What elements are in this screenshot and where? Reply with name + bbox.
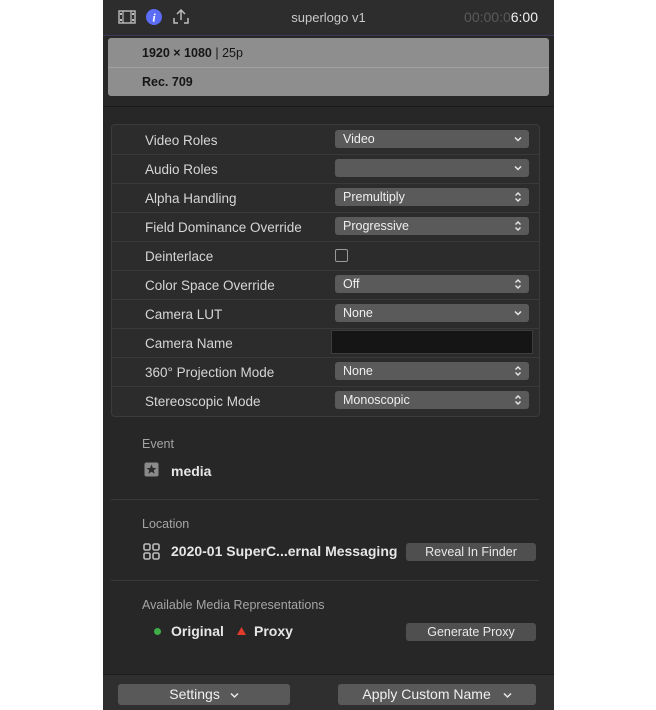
- divider: [111, 499, 539, 500]
- apply-custom-name-button[interactable]: Apply Custom Name: [338, 684, 536, 705]
- property-value: None: [343, 306, 373, 320]
- chevron-down-icon: [514, 136, 522, 142]
- chevron-down-icon: [514, 165, 522, 171]
- apply-custom-name-label: Apply Custom Name: [362, 686, 491, 702]
- property-row: Alpha Handling Premultiply: [112, 183, 539, 213]
- property-label: 360° Projection Mode: [145, 365, 275, 380]
- media-representations-label: Available Media Representations: [142, 598, 325, 612]
- property-value: Off: [343, 277, 360, 291]
- divider: [111, 580, 539, 581]
- chevron-up-down-icon: [515, 221, 521, 231]
- reveal-in-finder-button[interactable]: Reveal In Finder: [406, 543, 536, 561]
- event-section-label: Event: [142, 437, 174, 451]
- location-section-label: Location: [142, 517, 190, 531]
- frame-rate-text: | 25p: [215, 46, 243, 60]
- properties-table: Video Roles Video Audio Roles Alpha Handlin…: [111, 124, 540, 417]
- settings-label: Settings: [169, 686, 220, 702]
- generate-proxy-button[interactable]: Generate Proxy: [406, 623, 536, 641]
- property-row: Field Dominance Override Progressive: [112, 212, 539, 242]
- color-space-row: Rec. 709: [142, 75, 193, 89]
- property-row: Deinterlace: [112, 241, 539, 271]
- original-label: Original: [171, 623, 224, 639]
- property-value: Progressive: [343, 219, 409, 233]
- property-row: Camera Name: [112, 328, 539, 358]
- proxy-warning-icon: [237, 627, 246, 635]
- property-label: Alpha Handling: [145, 191, 237, 206]
- chevron-down-icon: [514, 310, 522, 316]
- resolution-row: 1920 × 1080 | 25p: [142, 46, 243, 60]
- camera-name-field[interactable]: [331, 330, 533, 354]
- chevron-up-down-icon: [515, 192, 521, 202]
- property-row: Color Space Override Off: [112, 270, 539, 300]
- original-status-dot: [154, 628, 161, 635]
- property-select[interactable]: Progressive: [335, 217, 529, 235]
- property-label: Camera LUT: [145, 307, 223, 322]
- property-select[interactable]: [335, 159, 529, 177]
- resolution-text: 1920 × 1080: [142, 46, 212, 60]
- property-label: Camera Name: [145, 336, 233, 351]
- property-label: Audio Roles: [145, 162, 218, 177]
- inspector-panel: i superlogo v1 00:00:06:00 1920 × 1080 |…: [103, 0, 554, 710]
- property-value: Premultiply: [343, 190, 405, 204]
- property-value: None: [343, 364, 373, 378]
- chevron-down-icon: [503, 692, 512, 698]
- property-row: Stereoscopic Mode Monoscopic: [112, 386, 539, 415]
- property-label: Stereoscopic Mode: [145, 394, 261, 409]
- chevron-down-icon: [230, 692, 239, 698]
- event-name: media: [171, 463, 212, 479]
- chevron-up-down-icon: [515, 366, 521, 376]
- divider: [103, 106, 554, 107]
- clip-format-summary: 1920 × 1080 | 25p Rec. 709: [108, 38, 549, 96]
- chevron-up-down-icon: [515, 395, 521, 405]
- settings-button[interactable]: Settings: [118, 684, 290, 705]
- property-label: Video Roles: [145, 133, 218, 148]
- divider: [108, 67, 549, 68]
- property-select[interactable]: Premultiply: [335, 188, 529, 206]
- property-row: Camera LUT None: [112, 299, 539, 329]
- chevron-up-down-icon: [515, 279, 521, 289]
- library-icon: [143, 543, 160, 560]
- property-label: Deinterlace: [145, 249, 214, 264]
- proxy-label: Proxy: [254, 623, 293, 639]
- inspector-toolbar: i superlogo v1 00:00:06:00: [103, 0, 554, 36]
- inspector-footer: Settings Apply Custom Name: [103, 674, 554, 710]
- color-space-text: Rec. 709: [142, 75, 193, 89]
- property-row: 360° Projection Mode None: [112, 357, 539, 387]
- timecode: 00:00:06:00: [464, 9, 538, 25]
- property-label: Color Space Override: [145, 278, 275, 293]
- timecode-bright: 6:00: [510, 9, 538, 25]
- property-row: Video Roles Video: [112, 125, 539, 155]
- property-select[interactable]: Video: [335, 130, 529, 148]
- property-select[interactable]: None: [335, 304, 529, 322]
- deinterlace-checkbox[interactable]: [335, 249, 348, 262]
- star-icon: [144, 462, 159, 477]
- property-select[interactable]: Off: [335, 275, 529, 293]
- property-label: Field Dominance Override: [145, 220, 302, 235]
- property-select[interactable]: None: [335, 362, 529, 380]
- property-select[interactable]: Monoscopic: [335, 391, 529, 409]
- property-value: Video: [343, 132, 375, 146]
- location-path: 2020-01 SuperC...ernal Messaging: [171, 543, 398, 559]
- property-value: Monoscopic: [343, 393, 410, 407]
- property-row: Audio Roles: [112, 154, 539, 184]
- timecode-dim: 00:00:0: [464, 9, 511, 25]
